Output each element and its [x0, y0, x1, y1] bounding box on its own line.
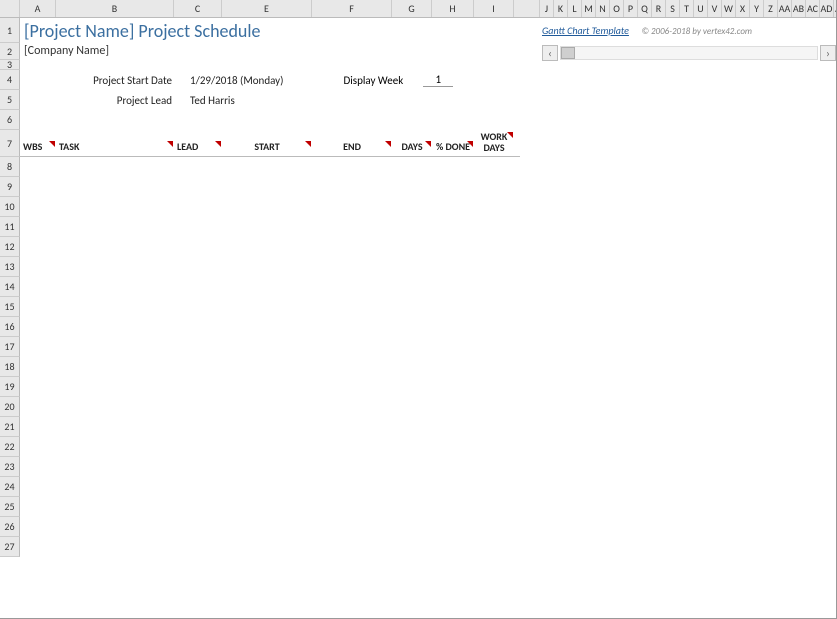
scroll-left-button[interactable]: ‹ — [542, 45, 558, 61]
hdr-wbs: WBS — [20, 140, 56, 156]
display-week-value[interactable]: 1 — [423, 73, 453, 87]
scroll-thumb[interactable] — [561, 47, 575, 59]
hdr-days: DAYS — [392, 140, 432, 156]
display-week-label: Display Week — [344, 74, 404, 87]
column-headers: ABCEFGHIJKLMNOPQRSTUVWXYZAAABACADAE — [0, 0, 836, 18]
gantt-scrollbar[interactable]: ‹ › — [542, 45, 836, 61]
comment-icon — [425, 141, 431, 147]
hdr-task: TASK — [56, 140, 174, 156]
comment-icon — [305, 141, 311, 147]
lead-label: Project Lead — [20, 94, 180, 107]
hdr-work: WORK DAYS — [474, 131, 514, 156]
comment-icon — [467, 141, 473, 147]
comment-icon — [507, 132, 513, 138]
copyright: © 2006-2018 by vertex42.com — [641, 26, 752, 37]
start-date-value[interactable]: 1/29/2018 (Monday) — [180, 74, 284, 87]
scroll-track[interactable] — [560, 46, 818, 60]
row-headers: 1234567891011121314151617181920212223242… — [0, 18, 20, 557]
scroll-right-button[interactable]: › — [820, 45, 836, 61]
hdr-lead: LEAD — [174, 140, 222, 156]
comment-icon — [49, 141, 55, 147]
comment-icon — [385, 141, 391, 147]
company-name[interactable]: [Company Name] — [20, 43, 520, 60]
lead-value[interactable]: Ted Harris — [180, 94, 235, 107]
hdr-start: START — [222, 140, 312, 156]
page-title: [Project Name] Project Schedule — [20, 18, 520, 43]
start-date-label: Project Start Date — [20, 74, 180, 87]
grid-header-row: WBS TASK LEAD START END DAYS % DONE WORK… — [20, 130, 520, 157]
comment-icon — [215, 141, 221, 147]
hdr-done: % DONE — [432, 140, 474, 156]
hdr-end: END — [312, 140, 392, 156]
template-link[interactable]: Gantt Chart Template — [542, 24, 629, 37]
comment-icon — [167, 141, 173, 147]
